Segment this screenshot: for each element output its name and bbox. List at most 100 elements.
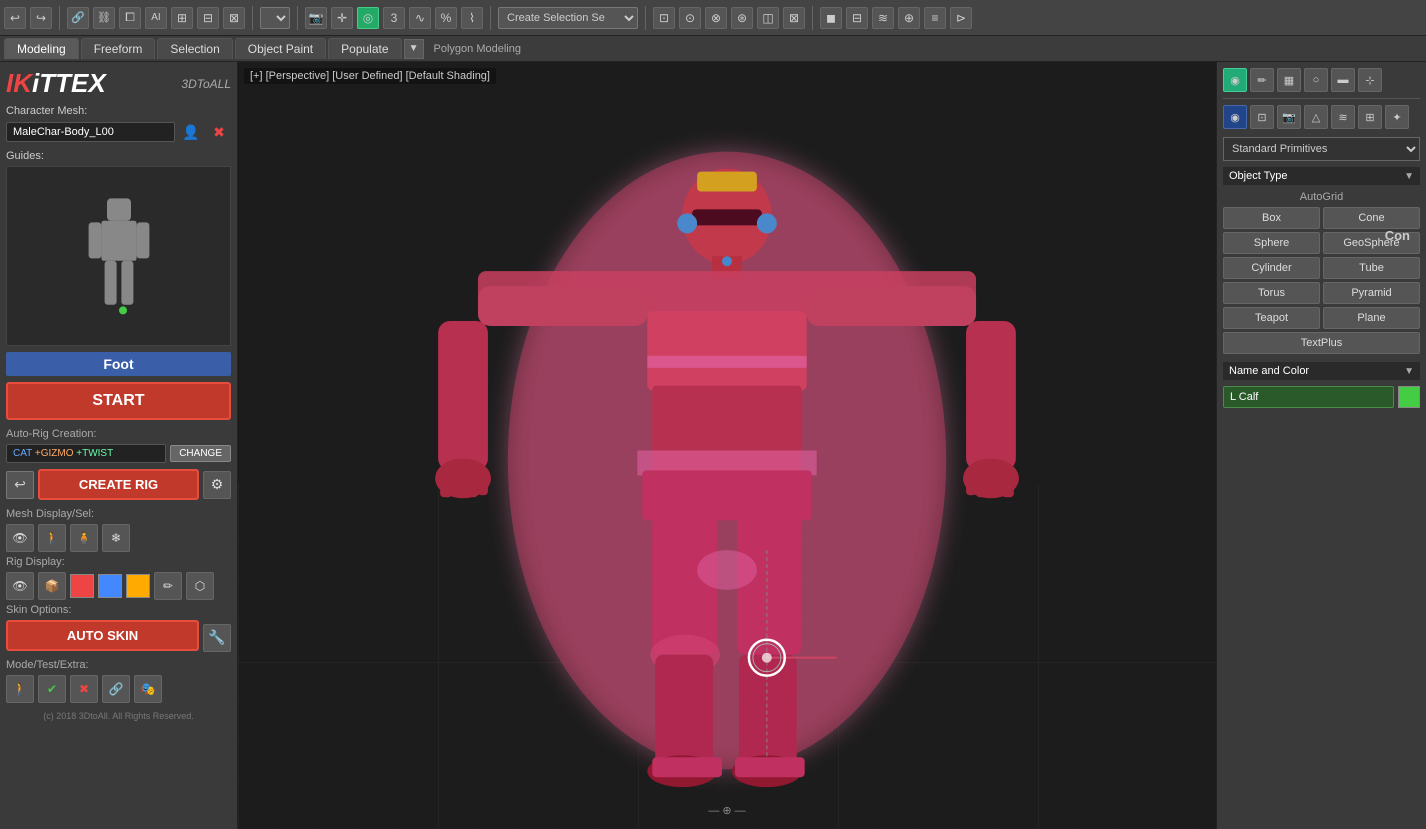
ai-select[interactable]: AI — [145, 7, 167, 29]
create-sel-select[interactable]: Create Selection Se — [498, 7, 638, 29]
rt-active2-icon[interactable]: ⊡ — [1250, 105, 1274, 129]
cross-icon[interactable]: ✛ — [331, 7, 353, 29]
start-button[interactable]: START — [6, 382, 231, 420]
rt-sphere-icon[interactable]: ○ — [1304, 68, 1328, 92]
btn-cone[interactable]: Cone — [1323, 207, 1420, 229]
layout5-icon[interactable]: ◫ — [757, 7, 779, 29]
rt-wave2-icon[interactable]: ≋ — [1331, 105, 1355, 129]
btn-box[interactable]: Box — [1223, 207, 1320, 229]
layout4-icon[interactable]: ⊛ — [731, 7, 753, 29]
char-mesh-input[interactable] — [6, 122, 175, 142]
mode-x-icon[interactable]: ✖ — [70, 675, 98, 703]
rig-brush-icon[interactable]: ✏ — [154, 572, 182, 600]
rt-rect-icon[interactable]: ▬ — [1331, 68, 1355, 92]
layout3-icon[interactable]: ⊗ — [705, 7, 727, 29]
mode-link-icon[interactable]: 🔗 — [102, 675, 130, 703]
rig-settings-icon[interactable]: ⚙ — [203, 471, 231, 499]
std-prim-select[interactable]: Standard Primitives — [1223, 137, 1420, 161]
btn-plane[interactable]: Plane — [1323, 307, 1420, 329]
circle-sel-icon[interactable]: ◎ — [357, 7, 379, 29]
mode-walk-icon[interactable]: 🚶 — [6, 675, 34, 703]
extra1-icon[interactable]: ◼ — [820, 7, 842, 29]
extra3-icon[interactable]: ≋ — [872, 7, 894, 29]
rt-circle-icon[interactable]: ◉ — [1223, 68, 1247, 92]
snowflake-icon[interactable]: ❄ — [102, 524, 130, 552]
extra4-icon[interactable]: ⊕ — [898, 7, 920, 29]
squiggle-icon[interactable]: ⌇ — [461, 7, 483, 29]
rig-box-icon[interactable]: 📦 — [38, 572, 66, 600]
rt-settings-icon[interactable]: ⊹ — [1358, 68, 1382, 92]
skin-settings-icon[interactable]: 🔧 — [203, 624, 231, 652]
change-button[interactable]: CHANGE — [170, 445, 231, 462]
name-color-arrow: ▼ — [1404, 366, 1414, 377]
name-color-input[interactable] — [1223, 386, 1394, 408]
unlink-icon[interactable]: ⛓ — [93, 7, 115, 29]
btn-teapot[interactable]: Teapot — [1223, 307, 1320, 329]
rt-active1-icon[interactable]: ◉ — [1223, 105, 1247, 129]
walk-icon[interactable]: 🚶 — [38, 524, 66, 552]
right-panel: ◉ ✏ ▦ ○ ▬ ⊹ ◉ ⊡ 📷 △ ≋ ⊞ ✦ Standard Primi… — [1216, 62, 1426, 829]
layout2-icon[interactable]: ⊙ — [679, 7, 701, 29]
rig-color-yellow[interactable] — [126, 574, 150, 598]
btn-pyramid[interactable]: Pyramid — [1323, 282, 1420, 304]
main-layout: IKiTTEX 3DToALL Character Mesh: 👤 ✖ Guid… — [0, 62, 1426, 829]
rig-color-red[interactable] — [70, 574, 94, 598]
mirror-icon[interactable]: ⊟ — [197, 7, 219, 29]
rt-cam-icon[interactable]: 📷 — [1277, 105, 1301, 129]
pick-mesh-icon[interactable]: 👤 — [179, 120, 203, 144]
btn-torus[interactable]: Torus — [1223, 282, 1320, 304]
camera-icon[interactable]: 📷 — [305, 7, 327, 29]
mode-check-icon[interactable]: ✔ — [38, 675, 66, 703]
sep4 — [490, 6, 491, 30]
mode-extra-icon[interactable]: 🎭 — [134, 675, 162, 703]
link-icon[interactable]: 🔗 — [67, 7, 89, 29]
btn-textplus[interactable]: TextPlus — [1223, 332, 1420, 354]
btn-sphere[interactable]: Sphere — [1223, 232, 1320, 254]
btn-tube[interactable]: Tube — [1323, 257, 1420, 279]
snap-icon[interactable]: ⊞ — [171, 7, 193, 29]
viewport[interactable]: [+] [Perspective] [User Defined] [Defaul… — [238, 62, 1216, 829]
rt-tri-icon[interactable]: △ — [1304, 105, 1328, 129]
tab-selection[interactable]: Selection — [157, 38, 232, 59]
extra2-icon[interactable]: ⊟ — [846, 7, 868, 29]
redo-button[interactable]: ↪ — [30, 7, 52, 29]
mode-test-label: Mode/Test/Extra: — [6, 659, 231, 671]
gizmo-tag: +GIZMO — [35, 448, 74, 459]
num3-icon[interactable]: 3 — [383, 7, 405, 29]
wave-icon[interactable]: ∿ — [409, 7, 431, 29]
figure-icon[interactable]: 🧍 — [70, 524, 98, 552]
rig-color-blue[interactable] — [98, 574, 122, 598]
layout1-icon[interactable]: ⊡ — [653, 7, 675, 29]
btn-cylinder[interactable]: Cylinder — [1223, 257, 1320, 279]
rig-disp-row: 👁 📦 ✏ ⬡ — [6, 572, 231, 600]
rt-pencil-icon[interactable]: ✏ — [1250, 68, 1274, 92]
con-label: Con — [1385, 228, 1410, 243]
view-select[interactable]: View — [260, 7, 290, 29]
array-icon[interactable]: ⊠ — [223, 7, 245, 29]
rig-sphere-icon[interactable]: ⬡ — [186, 572, 214, 600]
layout6-icon[interactable]: ⊠ — [783, 7, 805, 29]
undo-button[interactable]: ↩ — [4, 7, 26, 29]
tab-extra-icon[interactable]: ▼ — [404, 39, 424, 59]
twist-tag: +TWIST — [76, 448, 113, 459]
extra5-icon[interactable]: ≡ — [924, 7, 946, 29]
mesh-disp-label: Mesh Display/Sel: — [6, 508, 231, 520]
rt-star-icon[interactable]: ✦ — [1385, 105, 1409, 129]
tab-modeling[interactable]: Modeling — [4, 38, 79, 59]
create-rig-button[interactable]: CREATE RIG — [38, 469, 199, 500]
percent-icon[interactable]: % — [435, 7, 457, 29]
bind-icon[interactable]: ⧠ — [119, 7, 141, 29]
name-color-title: Name and Color ▼ — [1223, 362, 1420, 380]
undo-rig-button[interactable]: ↩ — [6, 471, 34, 499]
rt-grid2-icon[interactable]: ⊞ — [1358, 105, 1382, 129]
auto-skin-button[interactable]: AUTO SKIN — [6, 620, 199, 651]
tab-object-paint[interactable]: Object Paint — [235, 38, 326, 59]
name-color-swatch[interactable] — [1398, 386, 1420, 408]
delete-mesh-icon[interactable]: ✖ — [207, 120, 231, 144]
rt-grid-icon[interactable]: ▦ — [1277, 68, 1301, 92]
tab-freeform[interactable]: Freeform — [81, 38, 156, 59]
extra6-icon[interactable]: ⊳ — [950, 7, 972, 29]
rig-eye-icon[interactable]: 👁 — [6, 572, 34, 600]
eye-icon[interactable]: 👁 — [6, 524, 34, 552]
tab-populate[interactable]: Populate — [328, 38, 401, 59]
